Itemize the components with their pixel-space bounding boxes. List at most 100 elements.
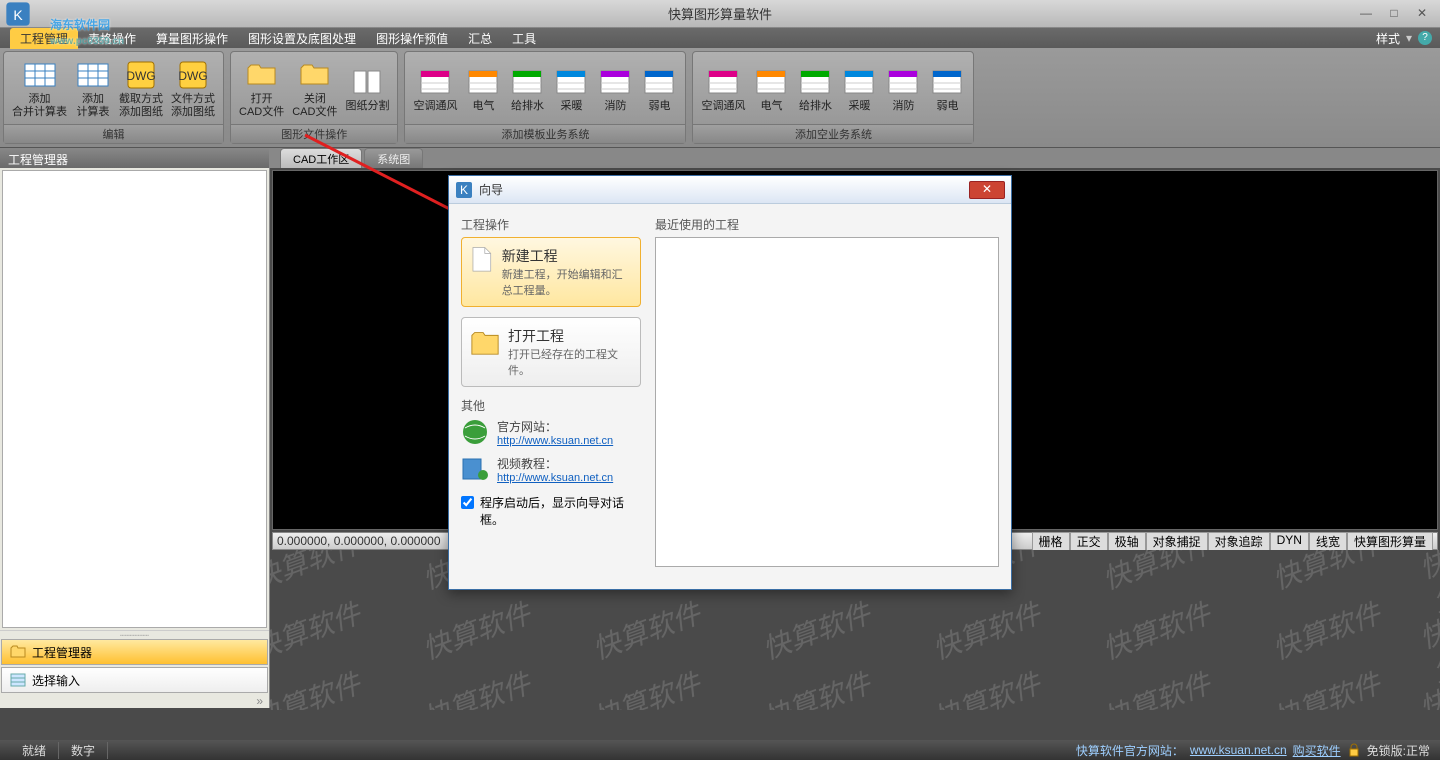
- ribbon-add-sheet[interactable]: 添加 计算表: [75, 57, 111, 119]
- ribbon-split-drawing[interactable]: 图纸分割: [345, 64, 389, 113]
- menu-bar: 工程管理 表格操作 算量图形操作 图形设置及底图处理 图形操作预值 汇总 工具 …: [0, 28, 1440, 48]
- video-icon: [461, 455, 489, 483]
- dialog-close-button[interactable]: ✕: [969, 181, 1005, 199]
- ribbon-system-item[interactable]: 给排水: [509, 64, 545, 113]
- ribbon-add-drawing-file[interactable]: DWG 文件方式 添加图纸: [171, 57, 215, 119]
- grid-icon: [22, 57, 58, 93]
- ribbon-system-item[interactable]: 弱电: [929, 64, 965, 113]
- menu-item-tools[interactable]: 工具: [502, 30, 546, 47]
- coordinate-readout: 0.000000, 0.000000, 0.000000: [277, 534, 441, 548]
- app-icon: K: [4, 0, 32, 28]
- op-title: 新建工程: [502, 246, 632, 266]
- ribbon-open-cad[interactable]: 打开 CAD文件: [239, 57, 284, 119]
- system-icon: [553, 64, 589, 100]
- snap-button[interactable]: DYN: [1270, 532, 1309, 551]
- system-icon: [753, 64, 789, 100]
- help-icon[interactable]: ?: [1418, 31, 1432, 45]
- sidebar-more[interactable]: »: [0, 694, 269, 708]
- ribbon-group-empty-systems: 空调通风电气给排水采暖消防弱电 添加空业务系统: [692, 51, 974, 144]
- ribbon-system-item[interactable]: 电气: [465, 64, 501, 113]
- ribbon-system-item[interactable]: 空调通风: [701, 64, 745, 113]
- ribbon: 添加 合并计算表 添加 计算表 DWG 截取方式 添加图纸 DWG 文件方式 添…: [0, 48, 1440, 148]
- wizard-dialog: K 向导 ✕ 工程操作 新建工程 新建工程，开始编辑和汇总工程量。 打开工程 打…: [448, 175, 1012, 590]
- tab-cad-workspace[interactable]: CAD工作区: [280, 148, 362, 168]
- content-tabs: CAD工作区 系统图: [270, 148, 1440, 168]
- buy-link[interactable]: 购买软件: [1293, 742, 1341, 759]
- ribbon-system-item[interactable]: 电气: [753, 64, 789, 113]
- ribbon-group-template-systems: 空调通风电气给排水采暖消防弱电 添加模板业务系统: [404, 51, 686, 144]
- video-link[interactable]: http://www.ksuan.net.cn: [497, 472, 613, 484]
- watermark-overlay: 海东软件园 www.pc0359.cn: [50, 8, 124, 47]
- dialog-titlebar[interactable]: K 向导 ✕: [449, 176, 1011, 204]
- folder-icon: [297, 57, 333, 93]
- snap-button[interactable]: 极轴: [1108, 532, 1146, 551]
- recent-label: 最近使用的工程: [655, 216, 999, 233]
- ribbon-system-item[interactable]: 弱电: [641, 64, 677, 113]
- snap-button[interactable]: 栅格: [1032, 532, 1070, 551]
- sidebar: 工程管理器 ┄┄┄┄┄┄ 工程管理器 选择输入 »: [0, 148, 270, 708]
- official-site-link[interactable]: www.ksuan.net.cn: [1190, 743, 1287, 757]
- ribbon-system-item[interactable]: 给排水: [797, 64, 833, 113]
- status-ready: 就绪: [10, 742, 59, 759]
- ribbon-system-item[interactable]: 消防: [597, 64, 633, 113]
- new-project-button[interactable]: 新建工程 新建工程，开始编辑和汇总工程量。: [461, 237, 641, 307]
- status-bar: 就绪 数字 快算软件官方网站： www.ksuan.net.cn 购买软件 免锁…: [0, 740, 1440, 760]
- dialog-title-text: 向导: [479, 181, 503, 198]
- ribbon-system-item[interactable]: 消防: [885, 64, 921, 113]
- ribbon-system-item[interactable]: 空调通风: [413, 64, 457, 113]
- sidebar-tab-project-manager[interactable]: 工程管理器: [1, 639, 268, 665]
- snap-button[interactable]: 对象追踪: [1208, 532, 1270, 551]
- menu-item-graphic-ops[interactable]: 算量图形操作: [146, 30, 238, 47]
- ribbon-group-label: 添加模板业务系统: [405, 124, 685, 143]
- minimize-button[interactable]: —: [1356, 6, 1376, 22]
- ribbon-group-label: 图形文件操作: [231, 124, 397, 143]
- sidebar-title: 工程管理器: [0, 148, 269, 168]
- ribbon-close-cad[interactable]: 关闭 CAD文件: [292, 57, 337, 119]
- sidebar-tab-select-input[interactable]: 选择输入: [1, 667, 268, 693]
- ribbon-group-edit: 添加 合并计算表 添加 计算表 DWG 截取方式 添加图纸 DWG 文件方式 添…: [3, 51, 224, 144]
- video-label: 视频教程：: [497, 455, 613, 472]
- tab-system-diagram[interactable]: 系统图: [364, 148, 423, 168]
- ribbon-system-item[interactable]: 采暖: [553, 64, 589, 113]
- system-icon: [841, 64, 877, 100]
- system-icon: [417, 64, 453, 100]
- sidebar-tab-label: 选择输入: [32, 672, 80, 689]
- system-icon: [797, 64, 833, 100]
- grid-icon: [75, 57, 111, 93]
- ribbon-add-merge-sheet[interactable]: 添加 合并计算表: [12, 57, 67, 119]
- folder-open-icon: [244, 57, 280, 93]
- system-icon: [641, 64, 677, 100]
- checkbox-label: 程序启动后，显示向导对话框。: [480, 494, 641, 528]
- menu-item-summary[interactable]: 汇总: [458, 30, 502, 47]
- menu-item-graphic-preset[interactable]: 图形操作预值: [366, 30, 458, 47]
- system-icon: [597, 64, 633, 100]
- dwg-icon: DWG: [175, 57, 211, 93]
- open-project-button[interactable]: 打开工程 打开已经存在的工程文件。: [461, 317, 641, 387]
- recent-projects-list[interactable]: [655, 237, 999, 567]
- lock-icon: [1347, 743, 1361, 757]
- project-tree[interactable]: [2, 170, 267, 628]
- dialog-ops-label: 工程操作: [461, 216, 641, 233]
- sidebar-grip[interactable]: ┄┄┄┄┄┄: [0, 630, 269, 638]
- ribbon-group-label: 编辑: [4, 124, 223, 143]
- ribbon-system-item[interactable]: 采暖: [841, 64, 877, 113]
- window-title: 快算图形算量软件: [668, 4, 772, 23]
- snap-button[interactable]: 线宽: [1309, 532, 1347, 551]
- snap-button[interactable]: 快算图形算量: [1347, 532, 1433, 551]
- show-wizard-checkbox[interactable]: [461, 496, 474, 509]
- svg-text:DWG: DWG: [126, 69, 155, 83]
- close-button[interactable]: ✕: [1412, 6, 1432, 22]
- globe-icon: [461, 418, 489, 446]
- snap-button[interactable]: 对象捕捉: [1146, 532, 1208, 551]
- ribbon-add-drawing-capture[interactable]: DWG 截取方式 添加图纸: [119, 57, 163, 119]
- sidebar-tab-label: 工程管理器: [32, 644, 92, 661]
- dialog-other-label: 其他: [461, 397, 641, 414]
- maximize-button[interactable]: □: [1384, 6, 1404, 22]
- snap-button[interactable]: 正交: [1070, 532, 1108, 551]
- style-dropdown[interactable]: 样式: [1376, 30, 1400, 47]
- folder-icon: [10, 644, 26, 660]
- title-bar: K 快算图形算量软件 — □ ✕: [0, 0, 1440, 28]
- website-link[interactable]: http://www.ksuan.net.cn: [497, 435, 613, 447]
- window-controls: — □ ✕: [1356, 6, 1432, 22]
- menu-item-graphic-settings[interactable]: 图形设置及底图处理: [238, 30, 366, 47]
